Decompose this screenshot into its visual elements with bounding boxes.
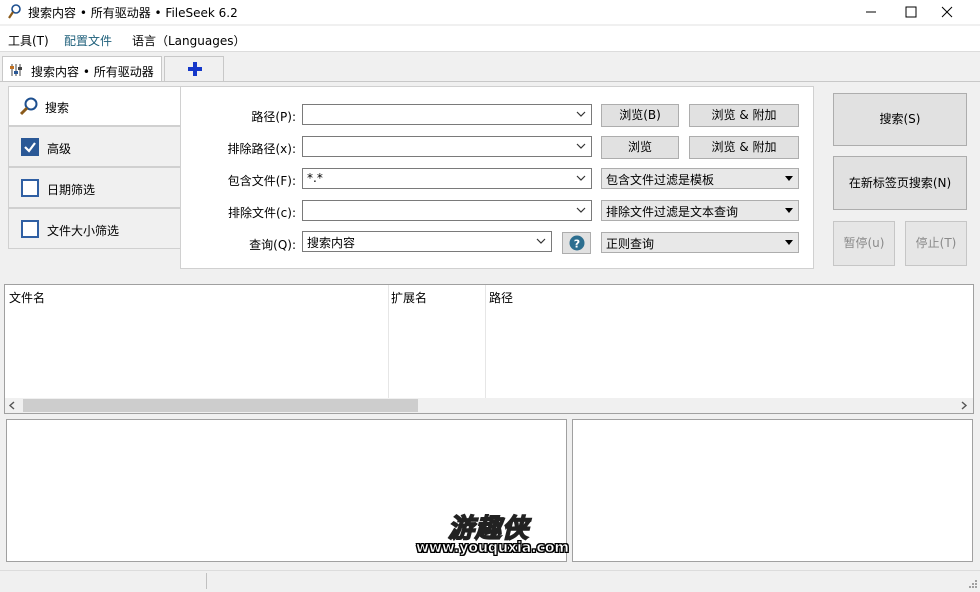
browse-append-button[interactable]: 浏览 & 附加: [689, 104, 799, 127]
status-bar: [0, 570, 980, 592]
side-tab-advanced[interactable]: 高级: [8, 126, 181, 167]
query-value: 搜索内容: [307, 236, 356, 250]
side-tab-date-filter[interactable]: 日期筛选: [8, 167, 181, 208]
chevron-down-icon: [576, 207, 586, 213]
checkbox-icon[interactable]: [21, 220, 39, 238]
chevron-down-icon: [576, 175, 586, 181]
exclude-files-label: 排除文件(c):: [227, 206, 296, 220]
include-mode-value: 包含文件过滤是模板: [606, 173, 715, 187]
menu-profiles[interactable]: 配置文件: [64, 32, 112, 49]
side-tab-label: 高级: [47, 142, 72, 156]
side-tab-label: 日期筛选: [47, 183, 96, 197]
query-mode-value: 正则查询: [606, 237, 655, 251]
tab-search-all-drives[interactable]: 搜索内容 • 所有驱动器: [2, 56, 162, 82]
path-label: 路径(P):: [251, 110, 296, 124]
horizontal-scrollbar[interactable]: [5, 398, 973, 413]
include-files-label: 包含文件(F):: [227, 174, 296, 188]
include-files-combobox[interactable]: *.*: [302, 168, 592, 189]
help-button[interactable]: ?: [562, 232, 591, 254]
scroll-right-icon[interactable]: [960, 401, 968, 410]
window-title: 搜索内容 • 所有驱动器 • FileSeek 6.2: [28, 6, 238, 20]
query-combobox[interactable]: 搜索内容: [302, 231, 552, 252]
tab-strip-divider: [0, 81, 980, 82]
exclude-mode-value: 排除文件过滤是文本查询: [606, 205, 739, 219]
results-table[interactable]: 文件名 扩展名 路径: [4, 284, 974, 414]
new-tab-button[interactable]: [164, 56, 224, 82]
maximize-button[interactable]: [894, 0, 928, 24]
include-files-value: *.*: [307, 171, 323, 185]
close-icon: [941, 6, 953, 18]
exclude-path-label: 排除路径(x):: [227, 142, 296, 156]
menu-tools[interactable]: 工具(T): [8, 32, 49, 49]
pause-button[interactable]: 暂停(u): [833, 221, 895, 266]
exclude-mode-select[interactable]: 排除文件过滤是文本查询: [601, 200, 799, 221]
svg-text:?: ?: [574, 238, 580, 251]
dropdown-arrow-icon: [785, 208, 793, 213]
exclude-path-combobox[interactable]: [302, 136, 592, 157]
query-mode-select[interactable]: 正则查询: [601, 232, 799, 253]
column-header-extension[interactable]: 扩展名: [391, 289, 427, 306]
magnifier-app-icon: [8, 4, 21, 19]
scroll-left-icon[interactable]: [8, 401, 16, 410]
chevron-down-icon: [536, 238, 546, 244]
column-header-filename[interactable]: 文件名: [9, 289, 45, 306]
resize-grip-icon[interactable]: [966, 579, 978, 591]
close-button[interactable]: [930, 0, 964, 24]
browse-append-exclude-button[interactable]: 浏览 & 附加: [689, 136, 799, 159]
chevron-down-icon: [576, 143, 586, 149]
stop-button[interactable]: 停止(T): [905, 221, 967, 266]
title-bar: 搜索内容 • 所有驱动器 • FileSeek 6.2: [0, 0, 980, 24]
dropdown-arrow-icon: [785, 240, 793, 245]
preview-pane-right[interactable]: [572, 419, 973, 562]
magnifier-icon: [19, 97, 38, 116]
column-header-path[interactable]: 路径: [489, 289, 513, 306]
minimize-icon: [866, 11, 876, 13]
minimize-button[interactable]: [854, 0, 888, 24]
path-combobox[interactable]: [302, 104, 592, 125]
browse-exclude-button[interactable]: 浏览: [601, 136, 679, 159]
maximize-icon: [905, 6, 917, 18]
browse-button[interactable]: 浏览(B): [601, 104, 679, 127]
search-new-tab-button[interactable]: 在新标签页搜索(N): [833, 156, 967, 210]
chevron-down-icon: [576, 111, 586, 117]
help-icon: ?: [569, 235, 585, 251]
query-label: 查询(Q):: [249, 238, 296, 252]
side-tab-label: 搜索: [45, 101, 70, 115]
plus-icon: [188, 62, 202, 76]
status-divider: [206, 573, 207, 589]
column-divider: [388, 285, 389, 399]
side-tab-size-filter[interactable]: 文件大小筛选: [8, 208, 181, 249]
dropdown-arrow-icon: [785, 176, 793, 181]
column-divider: [485, 285, 486, 399]
checkbox-checked-icon[interactable]: [21, 138, 39, 156]
side-tab-label: 文件大小筛选: [47, 224, 120, 238]
scrollbar-thumb[interactable]: [23, 399, 418, 412]
menu-bar: 工具(T) 配置文件 语言（Languages）: [0, 26, 980, 52]
side-tab-search[interactable]: 搜索: [8, 86, 181, 126]
watermark-url: www.youquxia.com: [416, 540, 570, 557]
exclude-files-combobox[interactable]: [302, 200, 592, 221]
include-mode-select[interactable]: 包含文件过滤是模板: [601, 168, 799, 189]
checkbox-icon[interactable]: [21, 179, 39, 197]
menu-language[interactable]: 语言（Languages）: [132, 32, 245, 49]
tab-label: 搜索内容 • 所有驱动器: [31, 65, 154, 79]
sliders-icon: [10, 64, 22, 76]
search-button[interactable]: 搜索(S): [833, 93, 967, 146]
